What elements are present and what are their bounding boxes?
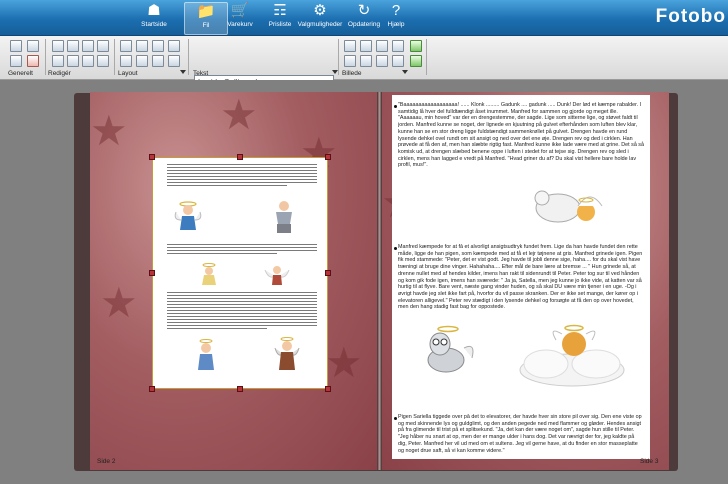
rotate-left-button[interactable] <box>344 40 356 52</box>
duplicate-button[interactable] <box>67 55 79 67</box>
group-label-billede: Billede <box>342 70 362 77</box>
align-button[interactable] <box>152 55 164 67</box>
angel-child-figure <box>198 339 214 370</box>
bullet-icon <box>394 247 397 250</box>
selected-text-box[interactable] <box>152 157 328 389</box>
resize-handle-right[interactable] <box>325 270 331 276</box>
group-label-rediger: Redigér <box>48 70 71 77</box>
cat-angel-on-cloud-figure <box>519 324 625 387</box>
effects-button[interactable] <box>410 40 422 52</box>
group-label-generelt: Generelt <box>8 70 33 77</box>
gears-icon: ⚙ <box>313 2 327 19</box>
page-number-right: Side 3 <box>640 458 659 465</box>
menu-varekurv[interactable]: 🛒 Varekurv <box>218 2 262 35</box>
toolbar-separator <box>45 39 46 75</box>
redo-button[interactable] <box>67 40 79 52</box>
toolbar: Generelt Redigér Layout Lucida Calligrap… <box>0 36 728 106</box>
menu-label: Startside <box>141 21 167 28</box>
star-decoration: ★ <box>325 339 363 386</box>
group-label-tekst: Tekst <box>193 70 209 77</box>
star-decoration: ★ <box>90 107 128 154</box>
menu-startside[interactable]: ☗ Startside <box>132 2 176 35</box>
fit-button[interactable] <box>392 55 404 67</box>
menu-label: Hjælp <box>387 21 405 28</box>
cart-icon: 🛒 <box>230 2 250 19</box>
story-paragraph-2: Manfred kæmpede for at få et alvorligt a… <box>398 244 643 311</box>
add-text-button[interactable] <box>136 40 148 52</box>
save-button[interactable] <box>10 55 22 67</box>
copy-button[interactable] <box>82 40 94 52</box>
app-window: ☗ Startside 📁 Fil 🛒 Varekurv ☶ Prisliste ⚙ Va… <box>0 0 728 484</box>
add-photo-button[interactable] <box>152 40 164 52</box>
cut-button[interactable] <box>52 55 64 67</box>
small-angel-figure <box>202 263 216 285</box>
background-button[interactable] <box>168 40 180 52</box>
frame-button[interactable] <box>360 55 372 67</box>
rotate-right-button[interactable] <box>360 40 372 52</box>
app-brand: Fotobo <box>655 6 726 27</box>
menu-label: Valgmuligheder <box>297 21 343 28</box>
new-album-button[interactable] <box>10 40 22 52</box>
resize-handle-bottom[interactable] <box>237 386 243 392</box>
angel-robe-figure <box>274 337 300 370</box>
toolbar-separator <box>426 39 427 75</box>
menu-label: Varekurv <box>227 21 253 28</box>
resize-handle-tl[interactable] <box>149 154 155 160</box>
delete-button[interactable] <box>97 55 109 67</box>
star-decoration: ★ <box>220 91 258 138</box>
grid-button[interactable] <box>168 55 180 67</box>
home-icon: ☗ <box>147 2 161 19</box>
resize-handle-br[interactable] <box>325 386 331 392</box>
angel-girl-figure <box>174 201 202 230</box>
toolbar-separator <box>338 39 339 75</box>
goat-and-angel-figure <box>534 190 603 223</box>
help-button[interactable] <box>27 55 39 67</box>
bring-front-button[interactable] <box>120 55 132 67</box>
help-icon: ? <box>391 2 401 19</box>
resize-handle-left[interactable] <box>149 270 155 276</box>
toolbar-separator <box>114 39 115 75</box>
open-button[interactable] <box>27 40 39 52</box>
layout-expand-icon[interactable] <box>180 70 186 74</box>
bullet-icon <box>394 417 397 420</box>
bullet-icon <box>394 105 397 108</box>
paste-button[interactable] <box>97 40 109 52</box>
resize-handle-top[interactable] <box>237 154 243 160</box>
undo-button[interactable] <box>52 40 64 52</box>
add-page-button[interactable] <box>120 40 132 52</box>
star-decoration: ★ <box>100 279 138 326</box>
angel-statue-figure <box>276 201 292 233</box>
group-label-layout: Layout <box>118 70 138 77</box>
billede-expand-icon[interactable] <box>402 70 408 74</box>
lock-button[interactable] <box>82 55 94 67</box>
page-number-left: Side 2 <box>97 458 116 465</box>
resize-handle-tr[interactable] <box>325 154 331 160</box>
toolbar-separator <box>188 39 189 75</box>
winged-angel-figure <box>264 266 290 285</box>
flip-button[interactable] <box>376 40 388 52</box>
story-paragraph-3: Pigen Sariella tiggede over på det to el… <box>398 414 642 454</box>
donkey-angel-figure <box>427 325 474 373</box>
story-paragraph-1: "Baaaaaaaaaaaaaaaaaa! ...... Klonk .....… <box>398 102 644 169</box>
zoom-button[interactable] <box>376 55 388 67</box>
menu-bar: ☗ Startside 📁 Fil 🛒 Varekurv ☶ Prisliste ⚙ Va… <box>0 0 728 36</box>
shadow-button[interactable] <box>344 55 356 67</box>
crop-button[interactable] <box>392 40 404 52</box>
book-spine <box>377 92 382 470</box>
send-back-button[interactable] <box>136 55 148 67</box>
resize-handle-bl[interactable] <box>149 386 155 392</box>
menu-hjaelp[interactable]: ? Hjælp <box>374 2 418 35</box>
enhance-button[interactable] <box>410 55 422 67</box>
menu-valgmuligheder[interactable]: ⚙ Valgmuligheder <box>296 2 344 35</box>
